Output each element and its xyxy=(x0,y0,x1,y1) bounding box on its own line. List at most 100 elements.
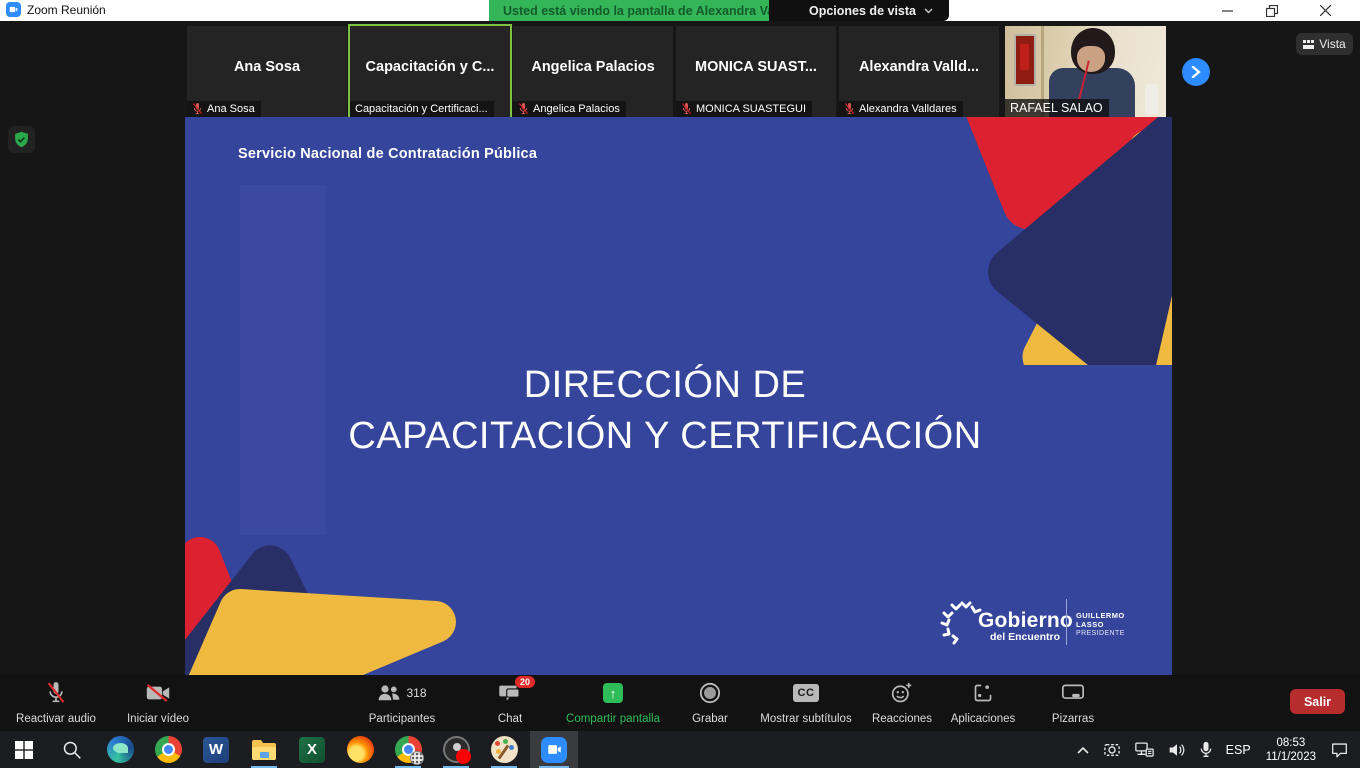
taskbar-excel[interactable]: X xyxy=(290,731,334,768)
slide-header: Servicio Nacional de Contratación Públic… xyxy=(238,146,537,162)
record-icon xyxy=(699,682,721,704)
edge-icon xyxy=(107,736,134,763)
next-participants-button[interactable] xyxy=(1182,58,1210,86)
obs-icon xyxy=(443,736,470,763)
slide-decoration-bottom-left xyxy=(185,510,485,675)
chrome-profile-icon xyxy=(395,736,422,763)
participant-tile[interactable]: Alexandra Valld... Alexandra Valldares xyxy=(839,26,999,118)
language-indicator[interactable]: ESP xyxy=(1219,731,1258,768)
chevron-down-icon xyxy=(924,8,933,14)
network-icon[interactable] xyxy=(1128,731,1161,768)
gobierno-wordmark: Gobierno xyxy=(978,609,1073,633)
excel-icon: X xyxy=(299,737,325,763)
participant-name: MONICA SUAST... xyxy=(676,59,836,75)
action-center-icon[interactable] xyxy=(1324,731,1360,768)
participant-name: Ana Sosa xyxy=(187,59,347,75)
close-button[interactable] xyxy=(1305,0,1345,21)
file-explorer-icon xyxy=(251,739,277,761)
participants-icon xyxy=(377,684,401,702)
participant-tile[interactable]: Angelica Palacios Angelica Palacios xyxy=(513,26,673,118)
participant-label: Ana Sosa xyxy=(187,101,261,118)
muted-mic-icon xyxy=(681,103,692,115)
participant-tile-video[interactable]: RAFAEL SALAO xyxy=(1005,26,1166,118)
logo-divider xyxy=(1066,599,1067,645)
tray-expand-chevron[interactable] xyxy=(1070,731,1096,768)
search-icon xyxy=(62,740,82,760)
participants-button[interactable]: 318 Participantes xyxy=(352,679,452,727)
share-screen-icon: ↑ xyxy=(603,683,623,703)
chat-button[interactable]: 20 Chat xyxy=(478,679,542,727)
participant-label: MONICA SUASTEGUI xyxy=(676,101,812,118)
tray-capture-icon[interactable] xyxy=(1096,731,1128,768)
view-mode-button[interactable]: Vista xyxy=(1296,33,1353,55)
view-mode-label: Vista xyxy=(1319,37,1345,51)
whiteboards-button[interactable]: Pizarras xyxy=(1030,679,1116,727)
chat-unread-badge: 20 xyxy=(515,676,535,688)
share-screen-button[interactable]: ↑ Compartir pantalla xyxy=(556,679,670,727)
unmute-button[interactable]: Reactivar audio xyxy=(8,679,104,727)
captions-button[interactable]: CC Mostrar subtítulos xyxy=(752,679,860,727)
participant-tile[interactable]: Ana Sosa Ana Sosa xyxy=(187,26,347,118)
sharing-banner-text: Usted está viendo la pantalla de Alexand… xyxy=(503,4,814,18)
view-options-button[interactable]: Opciones de vista xyxy=(769,0,949,21)
clock-date: 11/1/2023 xyxy=(1266,750,1316,764)
muted-mic-icon xyxy=(844,103,855,115)
taskbar-obs[interactable] xyxy=(434,731,478,768)
window-titlebar: Zoom Reunión Usted está viendo la pantal… xyxy=(0,0,1360,21)
minimize-button[interactable] xyxy=(1207,0,1247,21)
taskbar-file-explorer[interactable] xyxy=(242,731,286,768)
microphone-tray-icon[interactable] xyxy=(1193,731,1219,768)
windows-taskbar: W X ESP 08:53 11/1/2023 xyxy=(0,731,1360,768)
start-video-button[interactable]: Iniciar vídeo xyxy=(118,679,198,727)
apps-button[interactable]: Aplicaciones xyxy=(940,679,1026,727)
clock-time: 08:53 xyxy=(1276,736,1305,750)
muted-mic-icon xyxy=(192,103,203,115)
taskbar-paint[interactable] xyxy=(482,731,526,768)
start-button[interactable] xyxy=(2,731,46,768)
firefox-icon xyxy=(347,736,374,763)
encuentro-wordmark: del Encuentro xyxy=(990,631,1060,643)
taskbar-word[interactable]: W xyxy=(194,731,238,768)
participant-tile[interactable]: MONICA SUAST... MONICA SUASTEGUI xyxy=(676,26,836,118)
president-name: GUILLERMO LASSO PRESIDENTE xyxy=(1076,611,1138,638)
restore-button[interactable] xyxy=(1252,0,1292,21)
taskbar-clock[interactable]: 08:53 11/1/2023 xyxy=(1258,736,1324,764)
participant-name: Alexandra Valld... xyxy=(839,59,999,75)
participants-count: 318 xyxy=(406,686,426,700)
chrome-icon xyxy=(155,736,182,763)
zoom-app-icon xyxy=(6,2,21,17)
record-button[interactable]: Grabar xyxy=(679,679,741,727)
volume-icon[interactable] xyxy=(1161,731,1193,768)
word-icon: W xyxy=(203,737,229,763)
muted-camera-icon xyxy=(146,684,170,702)
taskbar-chrome-profile[interactable] xyxy=(386,731,430,768)
app-title: Zoom Reunión xyxy=(6,2,106,17)
whiteboard-icon xyxy=(1062,684,1084,702)
system-tray: ESP 08:53 11/1/2023 xyxy=(1070,731,1360,768)
windows-logo-icon xyxy=(15,741,33,759)
chevron-right-icon xyxy=(1191,66,1201,78)
paint-icon xyxy=(491,736,518,763)
participant-label: Angelica Palacios xyxy=(513,101,626,118)
fire-extinguisher-cabinet xyxy=(1014,34,1036,86)
muted-mic-icon xyxy=(46,682,66,704)
zoom-toolbar: Reactivar audio Iniciar vídeo 318 Partic… xyxy=(0,675,1360,731)
slide-title: DIRECCIÓN DE CAPACITACIÓN Y CERTIFICACIÓ… xyxy=(185,360,1145,462)
taskbar-zoom-active[interactable] xyxy=(530,731,578,768)
view-options-label: Opciones de vista xyxy=(809,4,916,18)
reactions-smiley-icon xyxy=(891,682,913,704)
taskbar-edge[interactable] xyxy=(98,731,142,768)
participant-tile-active-speaker[interactable]: Capacitación y C... Capacitación y Certi… xyxy=(350,26,510,118)
muted-mic-icon xyxy=(518,103,529,115)
grid-view-icon xyxy=(1303,40,1314,49)
participant-label: RAFAEL SALAO xyxy=(1005,99,1109,118)
taskbar-firefox[interactable] xyxy=(338,731,382,768)
leave-meeting-button[interactable]: Salir xyxy=(1290,689,1345,714)
security-shield-icon[interactable] xyxy=(8,126,35,153)
search-button[interactable] xyxy=(50,731,94,768)
participant-label: Capacitación y Certificaci... xyxy=(350,101,494,118)
reactions-button[interactable]: Reacciones xyxy=(862,679,942,727)
app-title-text: Zoom Reunión xyxy=(27,3,106,17)
closed-captions-icon: CC xyxy=(793,684,819,702)
taskbar-chrome[interactable] xyxy=(146,731,190,768)
